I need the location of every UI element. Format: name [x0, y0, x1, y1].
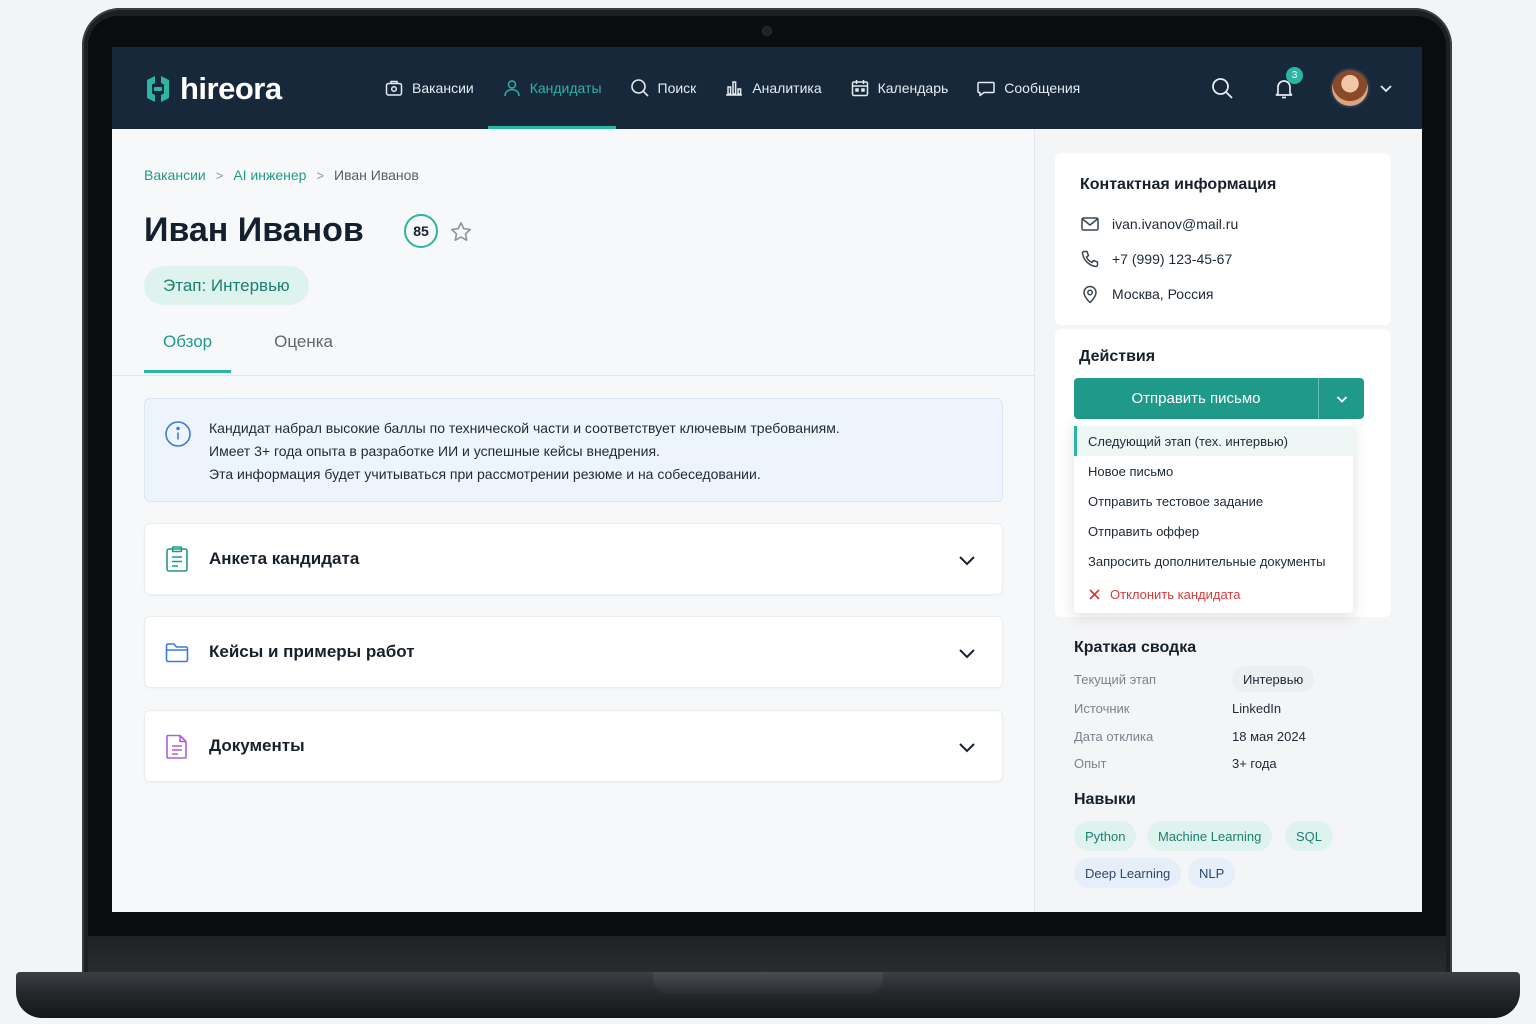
breadcrumb-separator: >	[316, 167, 325, 183]
menu-item-send-offer[interactable]: Отправить оффер	[1074, 516, 1353, 546]
accordion-title: Документы	[209, 736, 305, 755]
summary-value: 18 мая 2024	[1232, 729, 1306, 744]
nav-label: Кандидаты	[529, 80, 602, 96]
summary-label: Текущий этап	[1074, 672, 1157, 687]
info-text: Кандидат набрал высокие баллы по техниче…	[209, 417, 840, 486]
nav-label: Поиск	[657, 80, 697, 96]
laptop-chin	[88, 936, 1446, 976]
info-line: Кандидат набрал высокие баллы по техниче…	[209, 420, 840, 436]
breadcrumb-current: Иван Иванов	[334, 167, 419, 183]
skill-tag: SQL	[1285, 821, 1334, 851]
briefcase-icon	[385, 80, 403, 96]
main-nav: Вакансии Кандидаты Поиск Аналитика Кален…	[370, 47, 1094, 129]
summary-label: Дата отклика	[1074, 729, 1154, 744]
nav-label: Календарь	[877, 80, 949, 96]
nav-item-candidates[interactable]: Кандидаты	[487, 47, 616, 129]
accordion-title: Анкета кандидата	[209, 549, 360, 568]
chevron-down-icon	[959, 743, 975, 753]
menu-item-reject-candidate[interactable]: Отклонить кандидата	[1074, 579, 1353, 609]
search-icon	[630, 79, 649, 97]
tab-overview[interactable]: Обзор	[144, 332, 232, 373]
current-stage-chip: Интервью	[1232, 666, 1315, 692]
skill-tag: NLP	[1188, 858, 1236, 888]
accordion-cases[interactable]: Кейсы и примеры работ	[144, 616, 1003, 688]
tabs-divider	[112, 375, 1035, 376]
summary-value: 3+ года	[1232, 756, 1277, 771]
info-line: Имеет 3+ года опыта в разработке ИИ и ус…	[209, 443, 660, 459]
breadcrumb-separator: >	[215, 167, 224, 183]
app-logo[interactable]: hireora	[144, 71, 282, 107]
skill-tag: Deep Learning	[1074, 858, 1182, 888]
tab-evaluation[interactable]: Оценка	[255, 332, 352, 373]
accordion-title: Кейсы и примеры работ	[209, 642, 415, 661]
menu-item-next-stage[interactable]: Следующий этап (тех. интервью)	[1074, 426, 1353, 456]
reject-label: Отклонить кандидата	[1110, 586, 1241, 602]
candidate-main: Вакансии > AI инженер > Иван Иванов Иван…	[112, 129, 1035, 912]
clipboard-icon	[166, 546, 188, 572]
summary-title: Краткая сводка	[1074, 639, 1197, 656]
info-banner: Кандидат набрал высокие баллы по техниче…	[144, 398, 1003, 502]
logo-text: hireora	[180, 71, 282, 106]
chevron-down-icon	[959, 649, 975, 659]
breadcrumb: Вакансии > AI инженер > Иван Иванов	[144, 167, 419, 183]
skill-tag: Machine Learning	[1147, 821, 1273, 851]
message-icon	[977, 81, 996, 97]
folder-icon	[165, 643, 189, 663]
calendar-icon	[851, 80, 868, 97]
menu-item-send-test[interactable]: Отправить тестовое задание	[1074, 486, 1353, 516]
accordion-documents[interactable]: Документы	[144, 710, 1003, 782]
summary-label: Источник	[1074, 701, 1130, 716]
actions-dropdown-menu: Следующий этап (тех. интервью) Новое пис…	[1074, 421, 1353, 613]
nav-item-vacancies[interactable]: Вакансии	[370, 47, 488, 129]
summary-value: LinkedIn	[1232, 701, 1282, 716]
nav-item-search[interactable]: Поиск	[616, 47, 711, 129]
nav-item-calendar[interactable]: Календарь	[836, 47, 963, 129]
skill-tag: Python	[1074, 821, 1137, 851]
candidate-score-badge: 85	[404, 214, 438, 248]
document-icon	[166, 734, 187, 759]
menu-item-request-documents[interactable]: Запросить дополнительные документы	[1074, 546, 1353, 576]
skills-title: Навыки	[1074, 791, 1136, 808]
page-title: Иван Иванов	[144, 211, 364, 249]
info-line: Эта информация будет учитываться при рас…	[209, 466, 761, 482]
info-icon	[165, 421, 191, 447]
laptop-notch	[653, 972, 883, 994]
summary-label: Опыт	[1074, 756, 1107, 771]
close-icon	[1089, 588, 1100, 600]
app-screen: hireora Вакансии Кандидаты Поиск Аналити…	[112, 47, 1422, 912]
breadcrumb-link-job[interactable]: AI инженер	[233, 167, 306, 183]
candidate-tabs: Обзор Оценка	[144, 332, 352, 373]
nav-label: Вакансии	[412, 80, 474, 96]
favorite-star-icon[interactable]	[449, 220, 473, 244]
logo-icon	[147, 76, 169, 102]
menu-item-new-email[interactable]: Новое письмо	[1074, 456, 1353, 486]
chevron-down-icon	[959, 556, 975, 566]
stage-badge: Этап: Интервью	[144, 266, 309, 305]
chart-icon	[726, 81, 743, 96]
user-icon	[503, 80, 520, 97]
nav-item-analytics[interactable]: Аналитика	[710, 47, 835, 129]
webcam	[763, 27, 771, 35]
nav-label: Аналитика	[752, 80, 822, 96]
accordion-questionnaire[interactable]: Анкета кандидата	[144, 523, 1003, 595]
breadcrumb-link-vacancies[interactable]: Вакансии	[144, 167, 206, 183]
